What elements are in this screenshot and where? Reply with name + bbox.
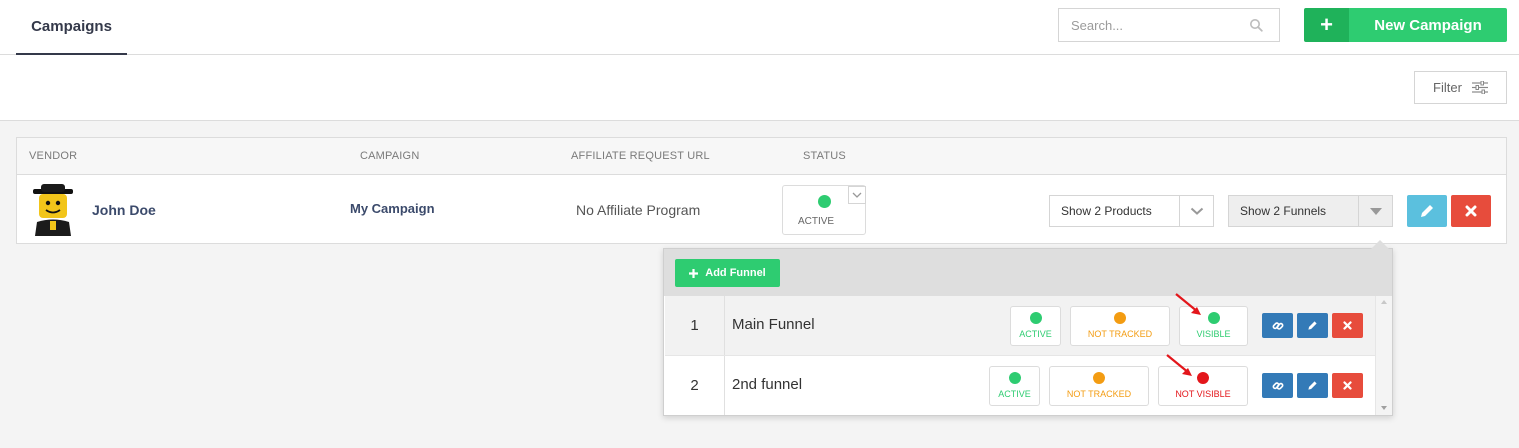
funnel-tracking-label: NOT TRACKED [1066, 389, 1132, 399]
annotation-arrow-icon [1166, 354, 1192, 376]
new-campaign-button[interactable]: + New Campaign [1304, 8, 1507, 42]
status-selector[interactable]: ACTIVE [782, 185, 866, 235]
funnels-select-arrow[interactable] [1358, 196, 1392, 226]
tab-campaigns[interactable]: Campaigns [16, 0, 127, 55]
status-dot [818, 195, 831, 208]
delete-campaign-button[interactable] [1451, 195, 1491, 227]
column-header-campaign: CAMPAIGN [360, 150, 420, 162]
campaign-name[interactable]: My Campaign [350, 201, 435, 216]
filter-button[interactable]: Filter [1414, 71, 1507, 104]
filter-label: Filter [1433, 80, 1462, 95]
pencil-icon [1308, 381, 1317, 390]
status-dot [1029, 312, 1042, 324]
pencil-icon [1421, 205, 1433, 217]
funnel-number: 2 [665, 356, 725, 415]
visibility-dot [1197, 372, 1209, 384]
funnel-delete-button[interactable] [1332, 313, 1363, 338]
avatar [33, 184, 73, 236]
link-icon [1272, 321, 1283, 330]
close-icon [1465, 205, 1477, 217]
funnels-panel-header: Add Funnel [664, 249, 1392, 296]
top-bar: Campaigns + New Campaign [0, 0, 1519, 55]
search-box[interactable] [1058, 8, 1280, 42]
scroll-down-arrow[interactable] [1381, 406, 1387, 410]
search-icon[interactable] [1249, 18, 1263, 32]
funnel-link-button[interactable] [1262, 373, 1293, 398]
funnel-tracking-label: NOT TRACKED [1087, 329, 1153, 339]
funnel-status-label: ACTIVE [1019, 329, 1052, 339]
new-campaign-label: New Campaign [1349, 8, 1507, 42]
tracking-dot [1114, 312, 1126, 324]
funnels-select-label: Show 2 Funnels [1240, 204, 1327, 218]
link-icon [1272, 381, 1283, 390]
vendor-name[interactable]: John Doe [92, 202, 156, 218]
funnel-visibility-label: VISIBLE [1196, 329, 1231, 339]
funnel-edit-button[interactable] [1297, 373, 1328, 398]
edit-campaign-button[interactable] [1407, 195, 1447, 227]
funnel-tracking-badge[interactable]: NOT TRACKED [1070, 306, 1170, 346]
funnel-number: 1 [665, 296, 725, 355]
funnels-dropdown-panel: Add Funnel 1 Main Funnel ACTIVE NOT TRAC… [663, 240, 1393, 416]
add-funnel-button[interactable]: Add Funnel [675, 259, 780, 287]
products-select-arrow[interactable] [1179, 196, 1213, 226]
funnel-tracking-badge[interactable]: NOT TRACKED [1049, 366, 1149, 406]
plus-icon [689, 268, 699, 278]
funnel-link-button[interactable] [1262, 313, 1293, 338]
status-dropdown-toggle[interactable] [848, 186, 866, 204]
funnel-name[interactable]: 2nd funnel [732, 376, 802, 393]
table-row: John Doe My Campaign No Affiliate Progra… [17, 175, 1506, 244]
scroll-up-arrow[interactable] [1381, 300, 1387, 304]
table-header: VENDOR CAMPAIGN AFFILIATE REQUEST URL ST… [17, 138, 1506, 175]
status-label: ACTIVE [797, 216, 835, 227]
funnel-visibility-label: NOT VISIBLE [1175, 389, 1231, 399]
products-select-label: Show 2 Products [1061, 204, 1152, 218]
add-funnel-label: Add Funnel [705, 267, 766, 279]
visibility-dot [1207, 312, 1220, 324]
funnel-name[interactable]: Main Funnel [732, 316, 815, 333]
funnels-select[interactable]: Show 2 Funnels [1228, 195, 1393, 227]
tracking-dot [1093, 372, 1105, 384]
chevron-down-icon [1190, 207, 1203, 215]
funnel-delete-button[interactable] [1332, 373, 1363, 398]
column-header-affiliate-url: AFFILIATE REQUEST URL [571, 150, 710, 162]
column-header-status: STATUS [803, 150, 846, 162]
funnel-edit-button[interactable] [1297, 313, 1328, 338]
funnel-list: 1 Main Funnel ACTIVE NOT TRACKED VISIBLE [665, 296, 1375, 415]
filter-bar: Filter [0, 55, 1519, 121]
funnel-list-scrollbar[interactable] [1375, 296, 1392, 415]
plus-icon: + [1304, 8, 1349, 42]
sliders-icon [1471, 81, 1488, 94]
caret-down-icon [1369, 207, 1382, 215]
close-icon [1343, 381, 1352, 390]
funnel-row: 1 Main Funnel ACTIVE NOT TRACKED VISIBLE [665, 296, 1375, 356]
funnel-status-badge[interactable]: ACTIVE [989, 366, 1040, 406]
funnel-status-label: ACTIVE [998, 389, 1031, 399]
close-icon [1343, 321, 1352, 330]
pencil-icon [1308, 321, 1317, 330]
campaigns-table: VENDOR CAMPAIGN AFFILIATE REQUEST URL ST… [16, 137, 1507, 244]
chevron-down-icon [852, 192, 862, 198]
status-dot [1008, 372, 1021, 384]
column-header-vendor: VENDOR [29, 150, 78, 162]
funnel-status-badge[interactable]: ACTIVE [1010, 306, 1061, 346]
annotation-arrow-icon [1175, 293, 1201, 315]
funnel-row: 2 2nd funnel ACTIVE NOT TRACKED NOT VISI… [665, 356, 1375, 415]
affiliate-url: No Affiliate Program [576, 202, 701, 218]
search-input[interactable] [1071, 9, 1251, 41]
products-select[interactable]: Show 2 Products [1049, 195, 1214, 227]
